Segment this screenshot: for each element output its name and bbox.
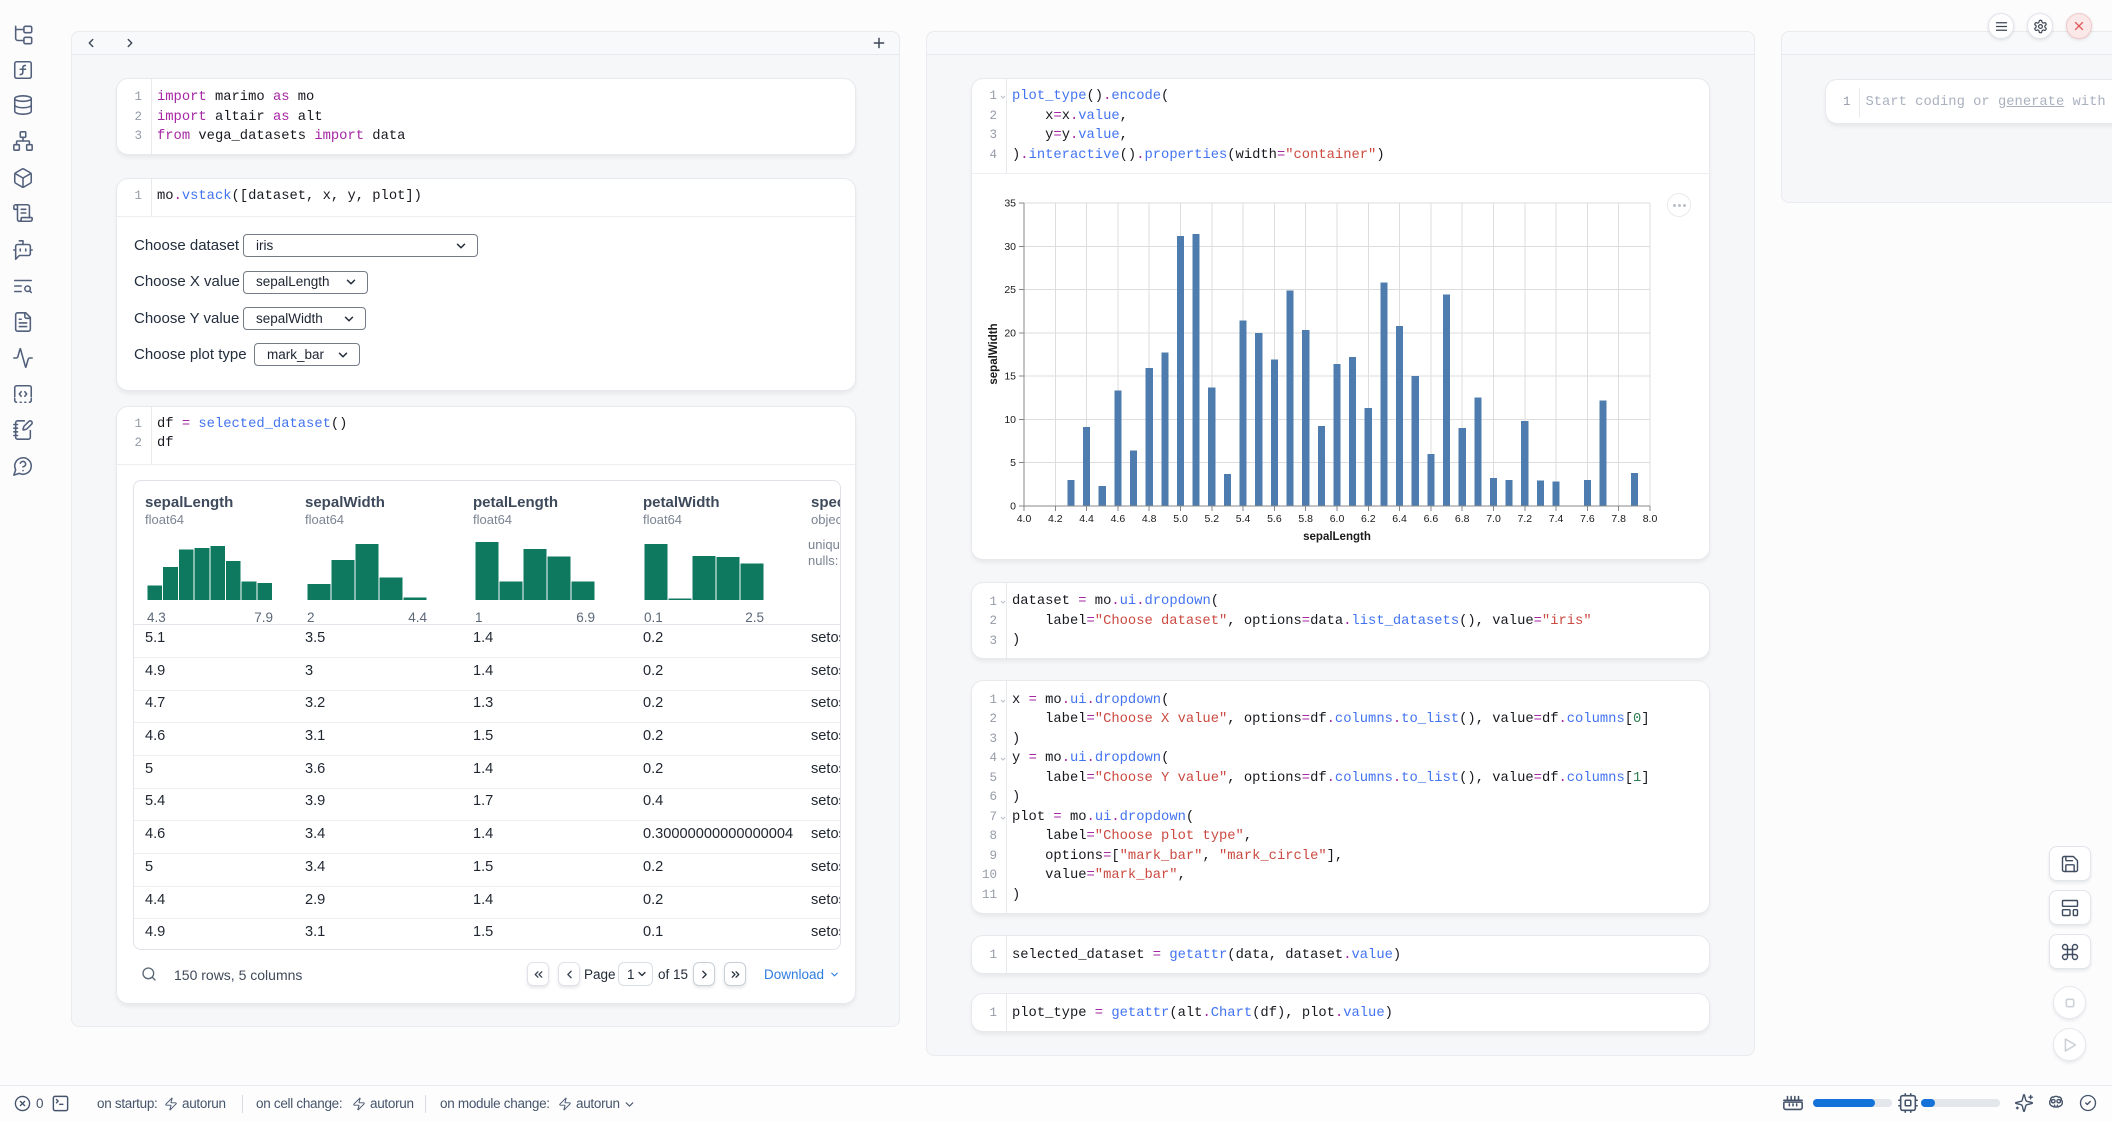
- svg-text:15: 15: [1004, 371, 1016, 383]
- svg-text:7.8: 7.8: [1611, 513, 1626, 525]
- svg-text:6.4: 6.4: [1392, 513, 1407, 525]
- svg-text:7.2: 7.2: [1517, 513, 1532, 525]
- svg-text:20: 20: [1004, 327, 1016, 339]
- svg-text:4.6: 4.6: [1111, 513, 1126, 525]
- svg-text:sepalWidth: sepalWidth: [988, 323, 1000, 384]
- svg-text:7.0: 7.0: [1486, 513, 1501, 525]
- svg-text:6.6: 6.6: [1424, 513, 1439, 525]
- svg-text:5.2: 5.2: [1204, 513, 1219, 525]
- svg-text:5.0: 5.0: [1173, 513, 1188, 525]
- svg-text:4.2: 4.2: [1048, 513, 1063, 525]
- svg-text:30: 30: [1004, 241, 1016, 253]
- svg-text:sepalLength: sepalLength: [1303, 531, 1371, 543]
- svg-text:4.4: 4.4: [1079, 513, 1094, 525]
- svg-text:6.0: 6.0: [1330, 513, 1345, 525]
- svg-text:6.2: 6.2: [1361, 513, 1376, 525]
- svg-text:5.6: 5.6: [1267, 513, 1282, 525]
- svg-text:0: 0: [1010, 500, 1016, 512]
- svg-text:35: 35: [1004, 198, 1016, 210]
- svg-text:5: 5: [1010, 457, 1016, 469]
- svg-text:4.8: 4.8: [1142, 513, 1157, 525]
- svg-text:8.0: 8.0: [1643, 513, 1658, 525]
- svg-text:7.4: 7.4: [1549, 513, 1564, 525]
- svg-text:5.8: 5.8: [1298, 513, 1313, 525]
- svg-text:6.8: 6.8: [1455, 513, 1470, 525]
- svg-text:5.4: 5.4: [1236, 513, 1251, 525]
- svg-text:4.0: 4.0: [1017, 513, 1032, 525]
- svg-text:7.6: 7.6: [1580, 513, 1595, 525]
- svg-text:25: 25: [1004, 284, 1016, 296]
- svg-text:10: 10: [1004, 414, 1016, 426]
